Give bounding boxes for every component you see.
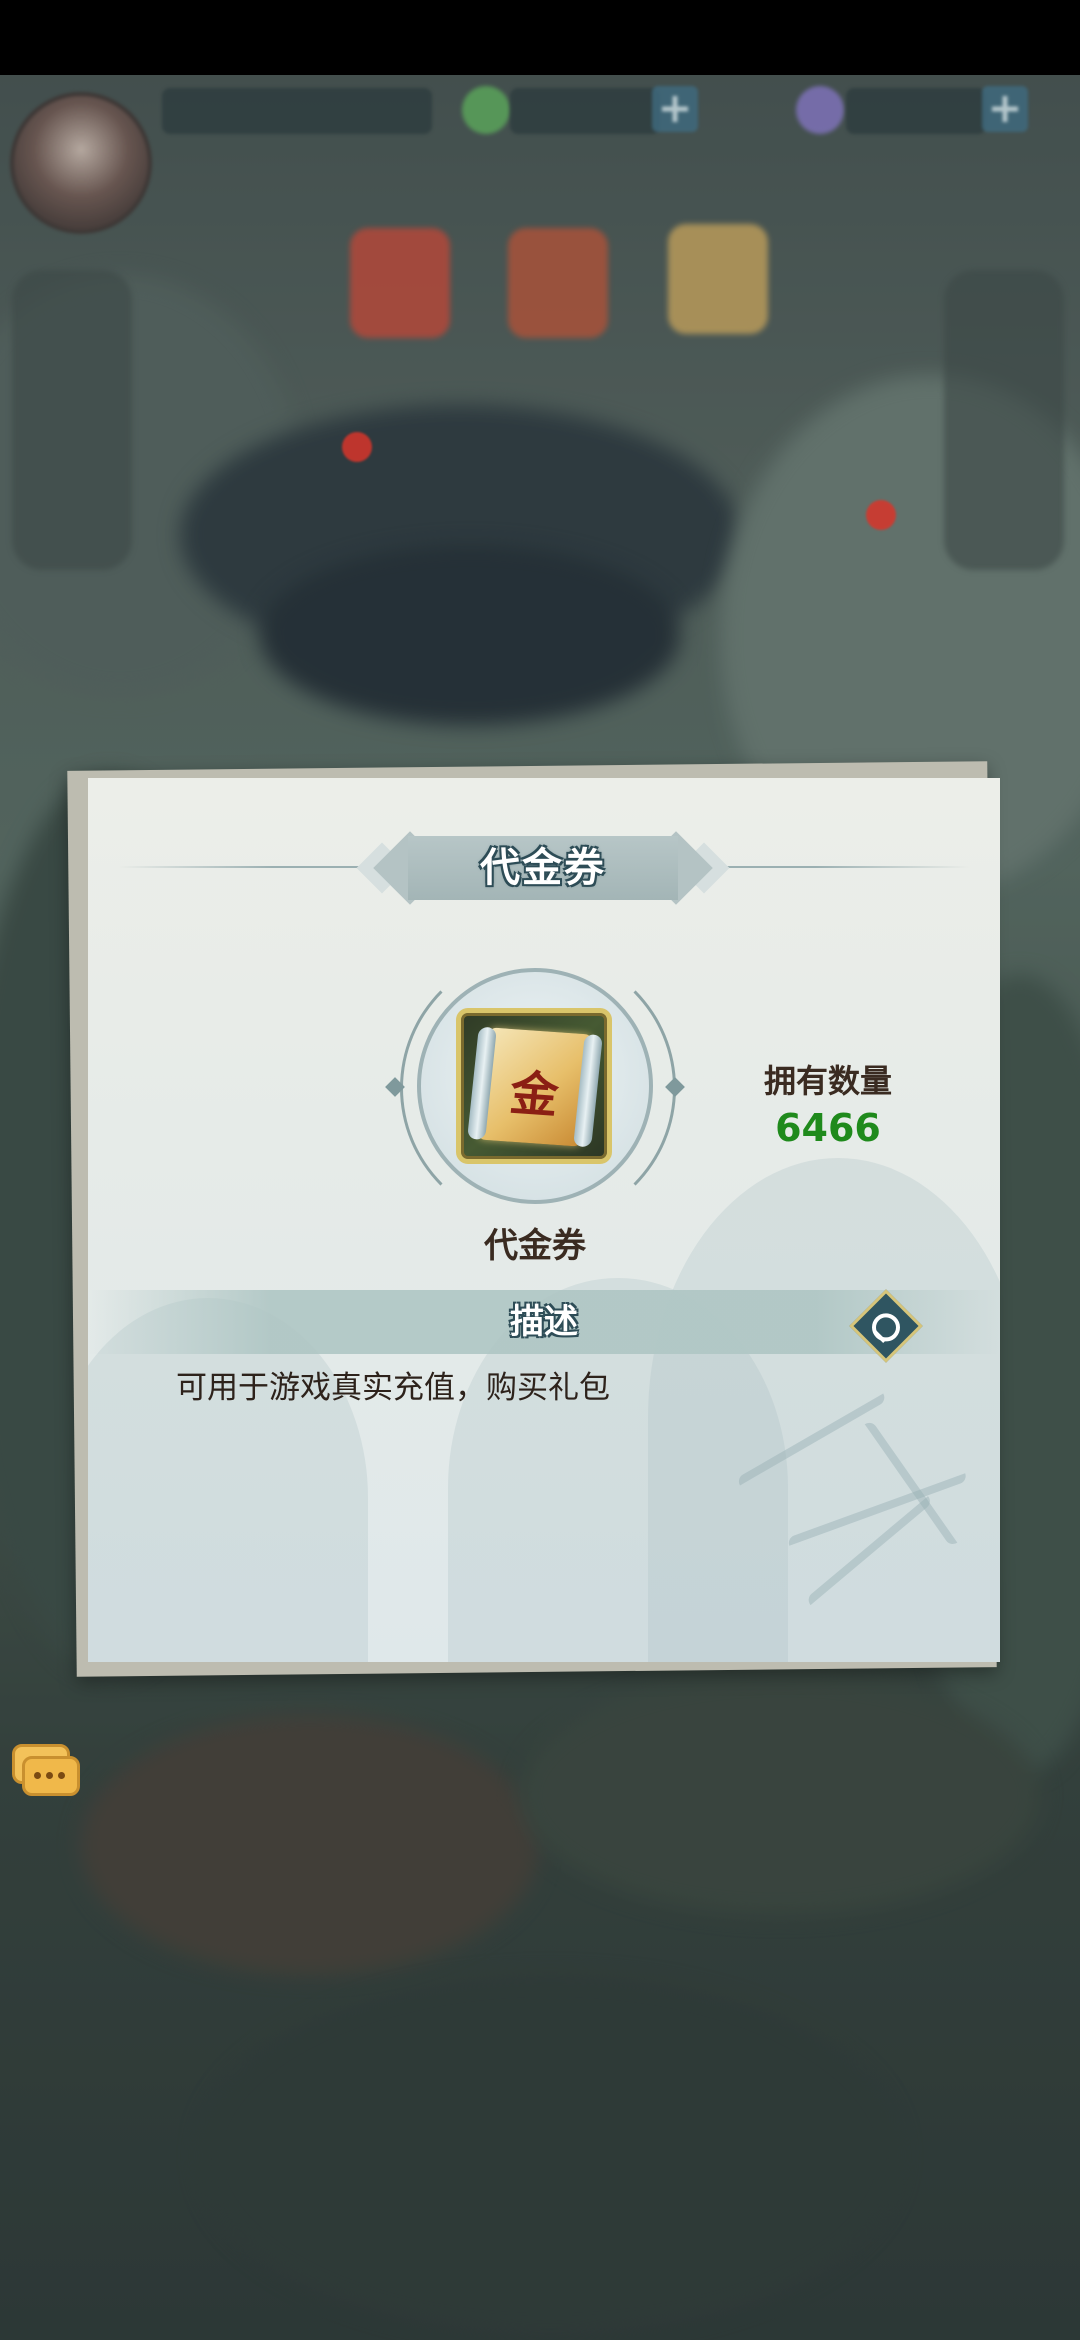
coupon-glyph: 金 (507, 1065, 562, 1125)
item-description: 可用于游戏真实充值，购买礼包 (176, 1370, 610, 1406)
owned-count-label: 拥有数量 (763, 1062, 892, 1100)
notification-dot (342, 432, 372, 462)
player-avatar (10, 92, 152, 234)
add-jade-button (652, 86, 698, 132)
left-side-panel (12, 270, 132, 570)
modal-title: 代金券 (480, 845, 606, 891)
event-gift-icon (508, 228, 608, 338)
item-name: 代金券 (484, 1226, 586, 1266)
modal-title-banner: 代金券 (356, 831, 730, 905)
player-name-bar (162, 88, 432, 134)
event-treasure-icon (668, 224, 768, 334)
item-detail-modal: 代金券 金 代金券 拥有数量 6466 描述 可用于游戏真实充值，购买礼包 (88, 778, 1000, 1662)
right-side-panel (944, 270, 1064, 570)
notification-dot (866, 500, 896, 530)
owned-count-value: 6466 (775, 1106, 881, 1150)
event-lantern-icon (350, 228, 450, 338)
feather-icon (796, 86, 844, 134)
gold-coupon-icon: 金 (456, 1008, 612, 1164)
chat-icon[interactable] (12, 1744, 82, 1800)
jade-resource-bar (510, 88, 660, 134)
add-feather-button (982, 86, 1028, 132)
status-bar (0, 0, 1080, 75)
jade-icon (462, 86, 510, 134)
feather-resource-bar (846, 88, 986, 134)
